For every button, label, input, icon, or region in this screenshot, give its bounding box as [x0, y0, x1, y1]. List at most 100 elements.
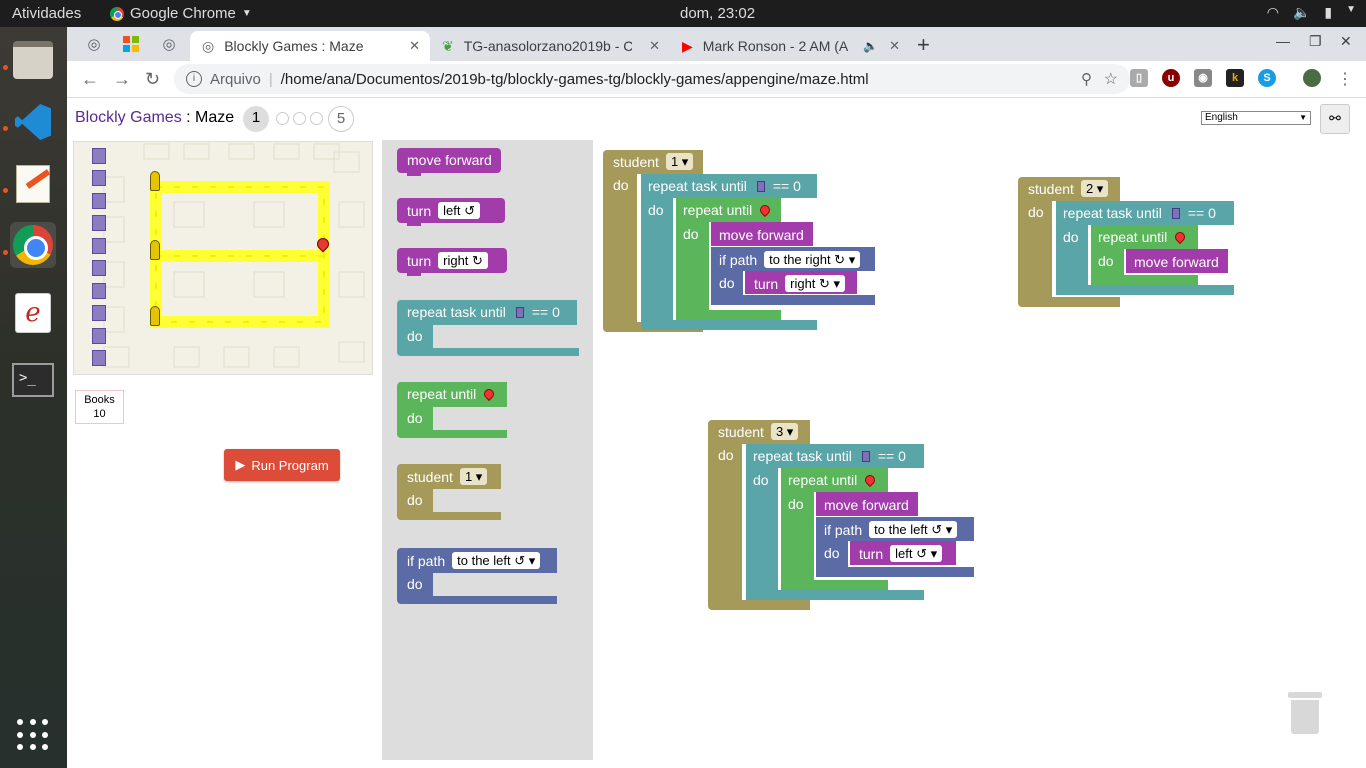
- block-label: student: [1028, 180, 1074, 197]
- path-direction-dropdown[interactable]: to the left ↺ ▾: [869, 521, 958, 538]
- student-pegman-icon: [150, 306, 160, 326]
- brand-link[interactable]: Blockly Games: [75, 109, 182, 126]
- extension-camera-icon[interactable]: ◉: [1194, 69, 1212, 87]
- move-forward-label: move forward: [719, 227, 804, 243]
- level-dot[interactable]: [276, 112, 289, 125]
- block-label: repeat until: [683, 202, 753, 218]
- microsoft-icon: [123, 36, 139, 52]
- tab-title: Mark Ronson - 2 AM (A: [702, 38, 849, 54]
- info-icon[interactable]: i: [186, 71, 202, 87]
- tab-overleaf[interactable]: ❦ TG-anasolorzano2019b - C ✕: [430, 31, 670, 61]
- dock-chrome[interactable]: [10, 222, 56, 268]
- dock-document-viewer[interactable]: e: [10, 290, 56, 336]
- path-direction-dropdown[interactable]: to the left ↺ ▾: [452, 552, 541, 569]
- direction-dropdown[interactable]: right ↻ ▾: [785, 275, 846, 292]
- tab-youtube[interactable]: ▶ Mark Ronson - 2 AM (A 🔈 ✕: [670, 31, 910, 61]
- menu-kebab-icon[interactable]: ⋮: [1337, 69, 1353, 89]
- do-label: do: [753, 472, 769, 488]
- toolbox-flyout: move forward turn left ↺ turn right ↻ repe…: [382, 140, 593, 760]
- back-button[interactable]: ←: [81, 69, 99, 90]
- do-label: do: [407, 492, 423, 508]
- running-indicator: [3, 250, 8, 255]
- volume-icon: 🔈: [1292, 4, 1311, 20]
- wifi-icon: ◠: [1266, 4, 1279, 20]
- student-dropdown[interactable]: 2 ▾: [1080, 180, 1109, 197]
- forward-button[interactable]: →: [113, 69, 131, 90]
- do-label: do: [1063, 229, 1079, 245]
- show-applications[interactable]: [10, 712, 56, 758]
- search-icon[interactable]: ⚲: [1081, 70, 1092, 88]
- bookmark-star-icon[interactable]: ☆: [1104, 69, 1118, 89]
- address-bar[interactable]: i Arquivo | /home/ana/Documentos/2019b-t…: [174, 64, 1130, 94]
- direction-dropdown[interactable]: left ↺: [438, 202, 480, 219]
- activities-button[interactable]: Atividades: [12, 5, 81, 22]
- goal-marker-icon: [758, 202, 773, 218]
- extension-ublock-icon[interactable]: u: [1162, 69, 1180, 87]
- dock-vscode[interactable]: [10, 99, 56, 145]
- tab-strip: ◎ ◎ ◎ Blockly Games : Maze ✕ ❦ TG-anasol…: [67, 27, 1366, 61]
- game-name: Maze: [195, 109, 235, 126]
- student-pegman-icon: [150, 240, 160, 260]
- minimize-button[interactable]: —: [1276, 33, 1290, 49]
- book-icon: [92, 215, 106, 231]
- direction-dropdown[interactable]: left ↺ ▾: [890, 545, 943, 562]
- files-icon: [13, 41, 53, 79]
- address-text[interactable]: /home/ana/Documentos/2019b-tg/blockly-ga…: [281, 71, 869, 88]
- blockly-workspace[interactable]: student 1 ▾ do repeat task until == 0 do r…: [593, 140, 1350, 760]
- audio-playing-icon[interactable]: 🔈: [863, 39, 878, 53]
- level-dot[interactable]: [293, 112, 306, 125]
- block-label: repeat until: [407, 386, 477, 402]
- dock-terminal[interactable]: >_: [10, 357, 56, 403]
- close-icon[interactable]: ✕: [889, 38, 900, 54]
- clock[interactable]: dom, 23:02: [680, 5, 755, 22]
- extension-k-icon[interactable]: k: [1226, 69, 1244, 87]
- block-label: if path: [407, 552, 446, 569]
- level-current[interactable]: 1: [243, 106, 269, 132]
- block-label: student: [407, 468, 453, 485]
- block-label: move forward: [407, 152, 492, 168]
- student-dropdown[interactable]: 3 ▾: [770, 423, 799, 440]
- maximize-button[interactable]: ❐: [1309, 33, 1322, 50]
- close-icon[interactable]: ✕: [409, 38, 420, 54]
- extension-clipboard-icon[interactable]: ▯: [1130, 69, 1148, 87]
- pinned-tab[interactable]: ◎: [160, 35, 178, 53]
- window-close-button[interactable]: ✕: [1340, 33, 1352, 50]
- student-dropdown[interactable]: 1 ▾: [665, 153, 694, 170]
- language-select[interactable]: English: [1201, 111, 1311, 125]
- tab-blockly-maze[interactable]: ◎ Blockly Games : Maze ✕: [190, 31, 430, 61]
- app-menu[interactable]: Google Chrome ▼: [110, 5, 252, 22]
- globe-icon: ◎: [162, 36, 176, 53]
- pinned-tab[interactable]: ◎: [85, 35, 103, 53]
- profile-avatar[interactable]: [1303, 69, 1321, 87]
- reload-button[interactable]: ↻: [145, 69, 160, 90]
- text-editor-icon: [16, 165, 50, 203]
- block-label: repeat task until: [1063, 205, 1162, 221]
- pinned-tab[interactable]: [122, 35, 140, 53]
- level-dot[interactable]: [310, 112, 323, 125]
- chrome-icon: [110, 6, 124, 21]
- block-label: repeat until: [788, 472, 858, 488]
- chevron-down-icon: ▼: [1346, 4, 1356, 15]
- tab-title: Blockly Games : Maze: [224, 38, 364, 54]
- system-tray[interactable]: ◠ 🔈 ▮ ▼: [1267, 4, 1356, 21]
- path-direction-dropdown[interactable]: to the right ↻ ▾: [764, 251, 861, 268]
- run-program-button[interactable]: ▶ Run Program: [224, 449, 340, 481]
- do-label: do: [407, 576, 423, 592]
- book-icon: [92, 305, 106, 321]
- book-icon: [92, 328, 106, 344]
- dock-text-editor[interactable]: [10, 161, 56, 207]
- extension-skype-icon[interactable]: S: [1258, 69, 1276, 87]
- level-last[interactable]: 5: [328, 106, 354, 132]
- direction-dropdown[interactable]: right ↻: [438, 252, 488, 269]
- new-tab-button[interactable]: +: [917, 32, 930, 58]
- close-icon[interactable]: ✕: [649, 38, 660, 54]
- trash-icon[interactable]: [1288, 692, 1322, 734]
- student-dropdown[interactable]: 1 ▾: [459, 468, 488, 485]
- do-label: do: [1028, 204, 1044, 220]
- app-menu-label: Google Chrome: [130, 5, 236, 22]
- book-icon: [92, 260, 106, 276]
- link-button[interactable]: ⚯: [1320, 104, 1350, 134]
- dock-files[interactable]: [10, 37, 56, 83]
- maze-drawing: [103, 143, 365, 368]
- globe-icon: ◎: [202, 37, 215, 54]
